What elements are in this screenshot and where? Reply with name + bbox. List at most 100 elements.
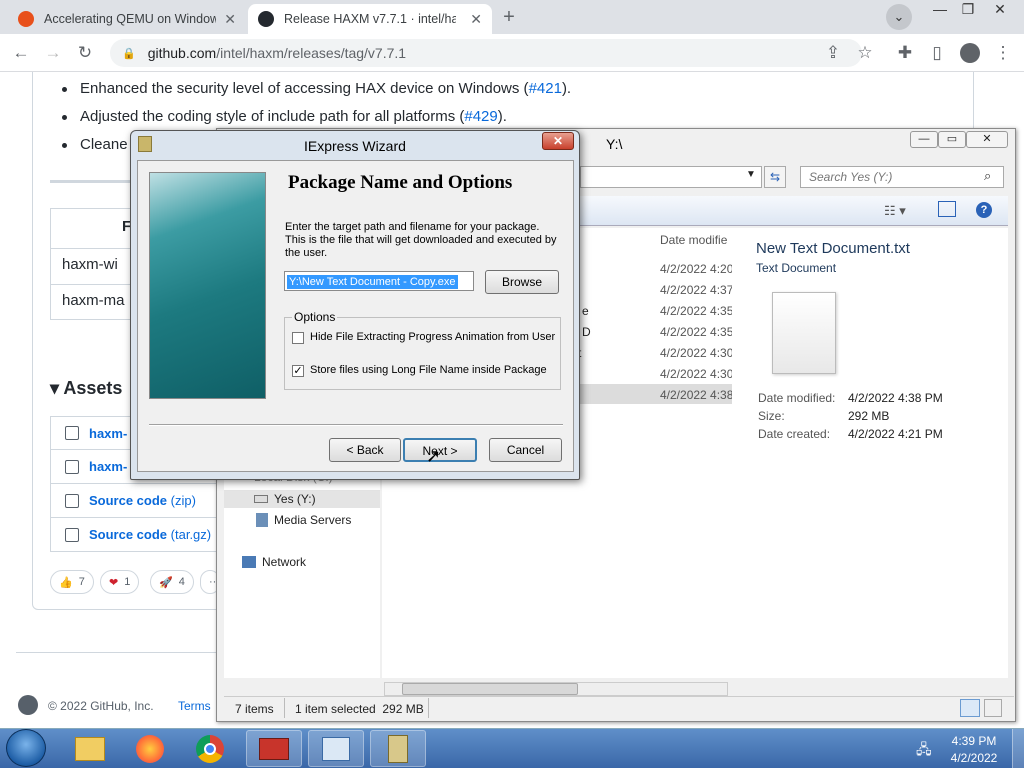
release-note-item: Adjusted the coding style of include pat… xyxy=(62,108,507,125)
reaction-thumbs-up[interactable]: 👍 7 xyxy=(50,570,94,594)
github-favicon-icon xyxy=(258,11,274,27)
cancel-button[interactable]: Cancel xyxy=(489,438,562,462)
close-tab-icon[interactable]: ✕ xyxy=(216,11,236,28)
restore-icon[interactable]: ❐ xyxy=(952,0,984,20)
clock-date[interactable]: 4/2/2022 xyxy=(948,751,1000,765)
show-desktop-button[interactable] xyxy=(1012,729,1024,768)
reload-icon[interactable]: ↻ xyxy=(74,42,96,64)
nav-item-network[interactable]: Network xyxy=(242,555,306,569)
lock-icon: 🔒 xyxy=(122,47,136,60)
media-server-icon xyxy=(256,513,268,527)
release-note-item: Cleane xyxy=(62,136,128,153)
file-date: 4/2/2022 4:30 xyxy=(660,367,734,381)
help-icon[interactable]: ? xyxy=(976,202,992,218)
extensions-puzzle-icon[interactable]: ✚ xyxy=(894,42,916,64)
column-header-date[interactable]: Date modifie xyxy=(660,233,727,247)
file-zip-icon xyxy=(65,493,79,508)
file-date: 4/2/2022 4:30 xyxy=(660,346,734,360)
taskbar-firefox-icon[interactable] xyxy=(122,730,178,767)
new-tab-plus-icon[interactable]: + xyxy=(496,6,522,30)
assets-toggle[interactable]: ▾ Assets xyxy=(50,378,122,399)
clock-time[interactable]: 4:39 PM xyxy=(950,734,998,748)
scrollbar-thumb[interactable] xyxy=(402,683,578,695)
table-row: haxm-wi xyxy=(62,256,118,273)
menu-kebab-icon[interactable]: ⋮ xyxy=(992,42,1014,64)
bookmark-star-icon[interactable]: ☆ xyxy=(854,42,876,64)
wizard-side-graphic xyxy=(149,172,266,399)
footer-copyright: © 2022 GitHub, Inc. xyxy=(48,699,154,713)
taskbar-toolbox-icon[interactable] xyxy=(246,730,302,767)
taskbar-control-panel-icon[interactable] xyxy=(308,730,364,767)
forward-arrow-icon[interactable]: → xyxy=(42,42,64,64)
details-filename: New Text Document.txt xyxy=(756,240,910,257)
address-bar[interactable]: 🔒 github.com/intel/haxm/releases/tag/v7.… xyxy=(110,39,862,67)
close-window-icon[interactable]: ✕ xyxy=(984,0,1016,20)
dialog-title: IExpress Wizard xyxy=(304,138,406,154)
long-filename-label: Store files using Long File Name inside … xyxy=(310,364,547,376)
reaction-rocket[interactable]: 🚀 4 xyxy=(150,570,194,594)
large-icons-view-icon[interactable] xyxy=(984,699,1002,717)
detail-value: 4/2/2022 4:21 PM xyxy=(848,427,943,441)
network-tray-icon[interactable]: 🖧 xyxy=(916,739,932,763)
file-date: 4/2/2022 4:20 xyxy=(660,262,734,276)
search-input[interactable]: Search Yes (Y:) xyxy=(800,166,1004,188)
issue-link[interactable]: #429 xyxy=(464,108,497,125)
back-arrow-icon[interactable]: ← xyxy=(10,42,32,64)
nav-item-media-servers[interactable]: Media Servers xyxy=(256,513,351,527)
iexpress-app-icon xyxy=(138,136,152,152)
tab-title: Release HAXM v7.7.1 · intel/haxm xyxy=(284,12,456,26)
taskbar-iexpress-icon[interactable] xyxy=(370,730,426,767)
close-tab-icon[interactable]: ✕ xyxy=(462,11,482,28)
github-logo-icon[interactable] xyxy=(18,695,38,715)
detail-label: Date created: xyxy=(758,427,831,441)
address-combo[interactable] xyxy=(580,166,762,188)
reaction-heart[interactable]: ❤ 1 xyxy=(100,570,140,594)
url-path: /intel/haxm/releases/tag/v7.7.1 xyxy=(216,45,407,61)
footer-terms-link[interactable]: Terms xyxy=(178,699,211,713)
options-groupbox xyxy=(284,317,561,390)
back-button[interactable]: < Back xyxy=(329,438,401,462)
status-item-count: 7 items xyxy=(235,702,274,716)
search-icon[interactable]: ⌕ xyxy=(984,168,991,184)
detail-label: Date modified: xyxy=(758,391,836,405)
address-dropdown-icon[interactable]: ▼ xyxy=(746,169,756,180)
profile-avatar-icon[interactable] xyxy=(960,43,980,63)
tab-search-chevron-down-icon[interactable]: ⌄ xyxy=(886,4,912,30)
file-zip-icon xyxy=(65,527,79,542)
taskbar-explorer-icon[interactable] xyxy=(62,730,118,767)
nav-item-yes-drive[interactable]: Yes (Y:) xyxy=(254,492,316,506)
wizard-description: Enter the target path and filename for y… xyxy=(285,221,557,259)
dialog-close-icon[interactable]: ✕ xyxy=(542,132,574,150)
detail-value: 4/2/2022 4:38 PM xyxy=(848,391,943,405)
mouse-cursor-icon: ➚ xyxy=(426,446,442,466)
asset-item[interactable]: Source code (tar.gz) xyxy=(50,518,220,552)
browse-button[interactable]: Browse xyxy=(485,270,559,294)
explorer-minimize-icon[interactable]: — xyxy=(910,131,938,148)
tab-qemu[interactable]: Accelerating QEMU on Windows ✕ xyxy=(8,4,246,34)
file-name-fragment: e xyxy=(582,304,589,318)
url-host: github.com xyxy=(147,45,217,61)
details-filetype: Text Document xyxy=(756,261,837,275)
long-filename-checkbox[interactable]: ✓ xyxy=(292,365,304,377)
hide-animation-checkbox[interactable] xyxy=(292,332,304,344)
package-icon xyxy=(65,426,79,440)
refresh-icon[interactable]: ⇆ xyxy=(764,166,786,188)
tab-haxm-release[interactable]: Release HAXM v7.7.1 · intel/haxm ✕ xyxy=(248,4,492,34)
asset-item[interactable]: Source code (zip) xyxy=(50,484,220,518)
start-button-icon[interactable] xyxy=(6,729,46,767)
side-panel-icon[interactable]: ▯ xyxy=(926,42,948,64)
preview-pane-icon[interactable] xyxy=(938,201,956,217)
file-name-fragment: D xyxy=(582,325,591,339)
taskbar-chrome-icon[interactable] xyxy=(182,730,238,767)
issue-link[interactable]: #421 xyxy=(529,80,562,97)
package-path-input[interactable]: Y:\New Text Document - Copy.exe xyxy=(284,271,474,291)
qemu-favicon-icon xyxy=(18,11,34,27)
details-view-icon[interactable] xyxy=(960,699,980,717)
path-text-selected: Y:\New Text Document - Copy.exe xyxy=(287,275,458,289)
table-row: haxm-ma xyxy=(62,292,125,309)
explorer-maximize-icon[interactable]: ▭ xyxy=(938,131,966,148)
views-icon[interactable]: ☷ ▾ xyxy=(884,203,906,219)
file-date: 4/2/2022 4:37 xyxy=(660,283,734,297)
share-icon[interactable]: ⇪ xyxy=(822,42,844,64)
explorer-close-icon[interactable]: ✕ xyxy=(966,131,1008,148)
